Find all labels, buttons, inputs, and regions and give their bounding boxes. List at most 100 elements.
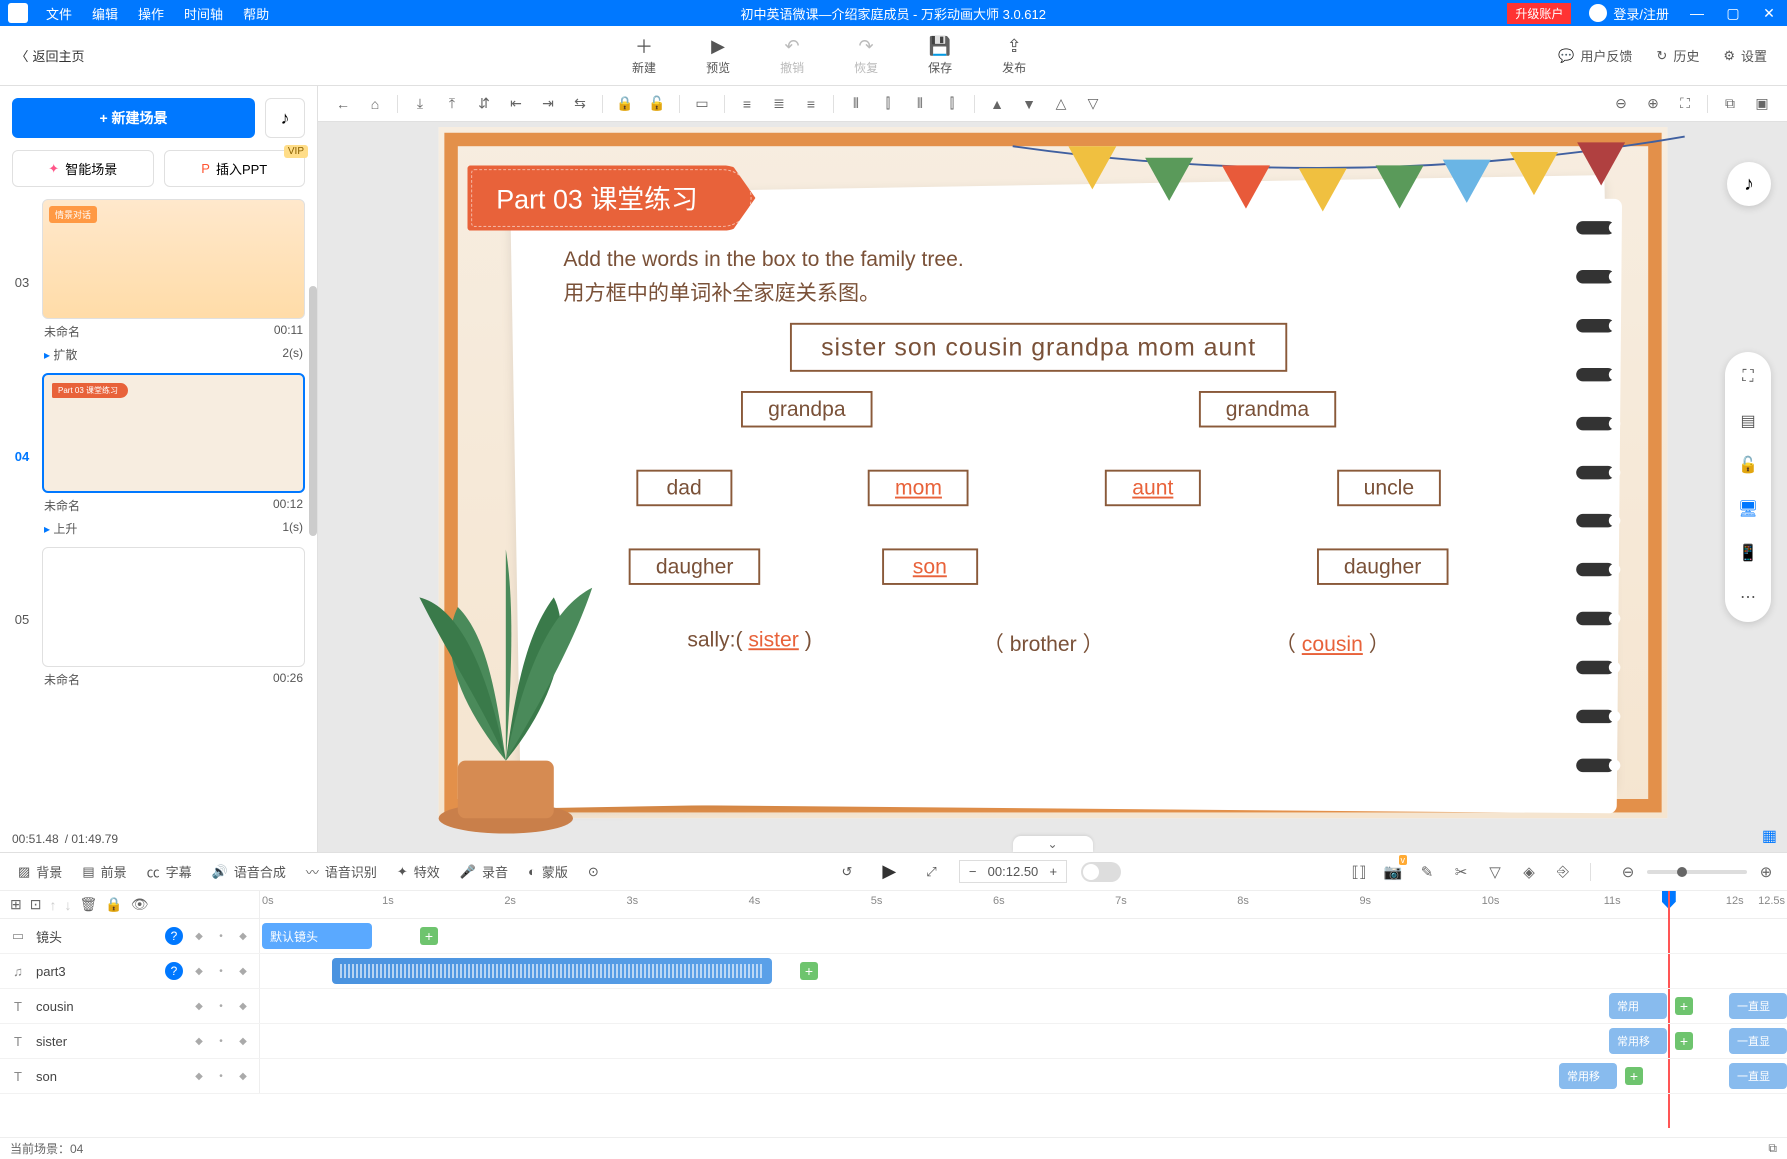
menu-timeline[interactable]: 时间轴 — [174, 4, 233, 23]
footer-copy-icon[interactable]: ⧉ — [1768, 1141, 1777, 1156]
align-hcenter-button[interactable]: ⇆ — [565, 90, 595, 118]
label-cousin[interactable]: （ cousin ） — [1274, 628, 1389, 659]
upgrade-account-button[interactable]: 升级账户 — [1507, 3, 1571, 24]
bring-forward-button[interactable]: △ — [1046, 90, 1076, 118]
send-backward-button[interactable]: ▽ — [1078, 90, 1108, 118]
scene-thumbnail[interactable] — [42, 547, 305, 667]
settings-button[interactable]: ⚙设置 — [1723, 46, 1767, 65]
anim-tag[interactable]: 一直显 — [1729, 1028, 1787, 1054]
track-text-son[interactable]: T son ◆ • ◆ 常用移 + 一直显 — [0, 1059, 1787, 1094]
canvas-viewport[interactable]: ▭默认镜头 — [318, 122, 1787, 852]
time-plus-button[interactable]: + — [1042, 864, 1064, 879]
up-button[interactable]: ↑ — [49, 897, 56, 913]
mask-tool[interactable]: ◐蒙版 — [520, 862, 576, 881]
keyframe-dot[interactable]: ◆ — [237, 1071, 249, 1082]
keyframe-dot[interactable]: • — [215, 1036, 227, 1047]
scrollbar[interactable] — [309, 286, 317, 536]
text-align-center-button[interactable]: ≣ — [764, 90, 794, 118]
label-brother[interactable]: （ brother ） — [982, 628, 1103, 659]
replay-button[interactable]: ↺ — [834, 864, 861, 880]
canvas-page[interactable]: ▭默认镜头 — [438, 127, 1667, 818]
back-home-button[interactable]: 〈 返回主页 — [0, 26, 100, 85]
section-banner[interactable]: Part 03 课堂练习 — [467, 165, 755, 230]
nav-home-button[interactable]: ⌂ — [360, 90, 390, 118]
marker-tool[interactable]: ⟦⟧ — [1348, 863, 1370, 881]
down-button[interactable]: ↓ — [64, 897, 71, 913]
keyframe-dot[interactable]: ◆ — [193, 1036, 205, 1047]
node-daughter1[interactable]: daugher — [628, 549, 759, 585]
dist-v-button[interactable]: ⫿ — [873, 90, 903, 118]
track-camera[interactable]: ▭ 镜头 ? ◆ • ◆ 默认镜头 + — [0, 919, 1787, 954]
instruction-en[interactable]: Add the words in the box to the family t… — [563, 242, 1513, 276]
keyframe-dot[interactable]: • — [215, 1001, 227, 1012]
scene-thumbnail[interactable] — [42, 199, 305, 319]
time-input[interactable]: − 00:12.50 + — [959, 860, 1068, 883]
align-vcenter-button[interactable]: ⇵ — [469, 90, 499, 118]
scene-music-button[interactable]: ♪ — [265, 98, 305, 138]
zoom-slider[interactable] — [1647, 870, 1747, 874]
add-keyframe-button[interactable]: + — [800, 962, 818, 980]
menu-file[interactable]: 文件 — [36, 4, 82, 23]
keyframe-dot[interactable]: • — [215, 931, 227, 942]
asr-tool[interactable]: 〰语音识别 — [298, 862, 385, 881]
more-tool-button[interactable]: ⋯ — [1731, 584, 1765, 610]
anim-tag[interactable]: 常用移 — [1609, 1028, 1667, 1054]
scene-thumbnail[interactable]: Part 03 课堂练习 — [42, 373, 305, 493]
keyframe-dot[interactable]: • — [215, 966, 227, 977]
menu-operate[interactable]: 操作 — [128, 4, 174, 23]
login-button[interactable]: 登录/注册 — [1579, 4, 1679, 23]
help-icon[interactable]: ? — [165, 927, 183, 945]
scene-item-05[interactable]: 05 未命名00:26 — [12, 547, 305, 692]
audio-clip[interactable] — [332, 958, 772, 984]
help-icon[interactable]: ? — [165, 962, 183, 980]
link-tool[interactable]: ⎆ — [1552, 863, 1574, 880]
menu-help[interactable]: 帮助 — [233, 4, 279, 23]
history-button[interactable]: ↻历史 — [1656, 46, 1699, 65]
align-left-button[interactable]: ⇤ — [501, 90, 531, 118]
record-tool[interactable]: 🎤录音 — [452, 862, 516, 881]
keyframe-dot[interactable]: ◆ — [193, 1071, 205, 1082]
subtitle-tool[interactable]: ㏄字幕 — [139, 862, 200, 881]
paste-button[interactable]: ▣ — [1747, 90, 1777, 118]
align-top-button[interactable]: ⤒ — [437, 90, 467, 118]
snap-toggle[interactable] — [1081, 862, 1121, 882]
add-keyframe-button[interactable]: + — [420, 927, 438, 945]
play-button[interactable]: ▶ — [874, 861, 904, 882]
keyframe-dot[interactable]: ◆ — [237, 1001, 249, 1012]
cut-tool[interactable]: ✂ — [1450, 863, 1472, 881]
dist-v2-button[interactable]: ⫿ — [937, 90, 967, 118]
new-scene-button[interactable]: + 新建场景 — [12, 98, 255, 138]
playhead[interactable] — [1662, 891, 1676, 909]
elements-panel-toggle[interactable]: ▦ — [1762, 826, 1777, 846]
delete-track-button[interactable]: 🗑 — [79, 896, 97, 913]
align-bottom-button[interactable]: ⤓ — [405, 90, 435, 118]
desktop-view-button[interactable]: 🖥 — [1731, 496, 1765, 522]
maximize-button[interactable]: ▢ — [1715, 5, 1751, 22]
text-align-left-button[interactable]: ≡ — [732, 90, 762, 118]
word-box[interactable]: sister son cousin grandpa mom aunt — [790, 323, 1286, 372]
zoom-in-timeline[interactable]: ⊕ — [1755, 863, 1777, 881]
unlock-button[interactable]: 🔓 — [642, 90, 672, 118]
scene-item-04[interactable]: 04 Part 03 课堂练习 未命名00:12 ▸ 上升1(s) — [12, 373, 305, 539]
filter-tool[interactable]: ▽ — [1484, 863, 1506, 881]
fg-tool[interactable]: ▤前景 — [74, 862, 134, 881]
label-sally[interactable]: sally:( sister ) — [687, 628, 811, 659]
add-keyframe-button[interactable]: + — [1675, 1032, 1693, 1050]
timeline-ruler[interactable]: 0s 1s 2s 3s 4s 5s 6s 7s 8s 9s 10s 11s 12… — [260, 891, 1787, 918]
add-folder-button[interactable]: ⊡ — [30, 896, 42, 913]
collapse-canvas-button[interactable]: ⌄ — [1013, 836, 1093, 852]
nav-back-button[interactable]: ← — [328, 90, 358, 118]
minimize-button[interactable]: — — [1679, 5, 1715, 21]
close-button[interactable]: ✕ — [1751, 5, 1787, 22]
bring-front-button[interactable]: ▲ — [982, 90, 1012, 118]
mobile-view-button[interactable]: 📱 — [1731, 540, 1765, 566]
expand-button[interactable]: ⤢ — [918, 864, 944, 880]
node-aunt[interactable]: aunt — [1104, 470, 1200, 506]
lock-tool-button[interactable]: 🔓 — [1731, 452, 1765, 478]
fullscreen-tool-button[interactable]: ⛶ — [1731, 364, 1765, 390]
ai-scene-button[interactable]: ✦智能场景 — [12, 150, 154, 187]
keyframe-dot[interactable]: ◆ — [193, 931, 205, 942]
anim-tag[interactable]: 常用移 — [1559, 1063, 1617, 1089]
save-button[interactable]: 💾保存 — [928, 35, 952, 76]
time-minus-button[interactable]: − — [962, 864, 984, 879]
